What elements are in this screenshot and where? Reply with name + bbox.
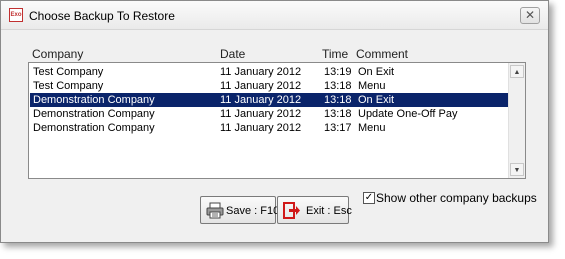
backup-list[interactable]: Test Company 11 January 2012 13:19 On Ex… (28, 62, 526, 179)
cell-date: 11 January 2012 (220, 108, 302, 120)
show-other-backups-checkbox[interactable]: ✓ (363, 192, 375, 204)
table-row[interactable]: Test Company 11 January 2012 13:18 Menu (30, 79, 510, 93)
cell-date: 11 January 2012 (220, 66, 302, 78)
exit-button-label: Exit : Esc (306, 205, 352, 217)
cell-date: 11 January 2012 (220, 80, 302, 92)
vertical-scrollbar[interactable]: ▲ ▼ (508, 63, 525, 178)
exit-door-icon (283, 202, 300, 219)
table-row-selected[interactable]: Demonstration Company 11 January 2012 13… (29, 92, 511, 108)
cell-time: 13:17 (324, 122, 352, 134)
cell-time: 13:18 (324, 108, 352, 120)
cell-company: Demonstration Company (33, 122, 155, 134)
exit-button[interactable]: Exit : Esc (277, 196, 352, 224)
cell-time: 13:18 (324, 80, 352, 92)
cell-company: Demonstration Company (33, 94, 155, 106)
column-header-comment[interactable]: Comment (356, 47, 408, 61)
column-header-company[interactable]: Company (32, 47, 83, 61)
cell-time: 13:18 (324, 94, 352, 106)
save-button-label: Save : F10 (226, 205, 280, 217)
cell-date: 11 January 2012 (220, 122, 302, 134)
cell-company: Demonstration Company (33, 108, 155, 120)
show-other-backups-label[interactable]: Show other company backups (376, 191, 537, 205)
cell-date: 11 January 2012 (220, 94, 302, 106)
table-row[interactable]: Test Company 11 January 2012 13:19 On Ex… (30, 65, 510, 79)
table-row[interactable]: Demonstration Company 11 January 2012 13… (30, 107, 510, 121)
cell-comment: Menu (358, 122, 386, 134)
cell-comment: On Exit (358, 94, 395, 106)
column-header-date[interactable]: Date (220, 47, 245, 61)
cell-comment: Menu (358, 80, 386, 92)
scroll-down-arrow-icon[interactable]: ▼ (510, 163, 524, 176)
table-row[interactable]: Demonstration Company 11 January 2012 13… (30, 121, 510, 135)
cell-comment: On Exit (358, 66, 395, 78)
column-header-time[interactable]: Time (322, 47, 348, 61)
cell-time: 13:19 (324, 66, 352, 78)
printer-save-icon (206, 202, 224, 219)
scroll-up-arrow-icon[interactable]: ▲ (510, 65, 524, 78)
app-icon: Exo (9, 8, 23, 22)
title-bar[interactable]: Exo Choose Backup To Restore ✕ (1, 1, 548, 30)
cell-company: Test Company (33, 80, 104, 92)
window-title: Choose Backup To Restore (29, 9, 175, 23)
save-button[interactable]: Save : F10 (200, 196, 280, 224)
restore-dialog: Exo Choose Backup To Restore ✕ Company D… (0, 0, 549, 243)
cell-company: Test Company (33, 66, 104, 78)
close-button[interactable]: ✕ (520, 7, 540, 24)
cell-comment: Update One-Off Pay (358, 108, 458, 120)
